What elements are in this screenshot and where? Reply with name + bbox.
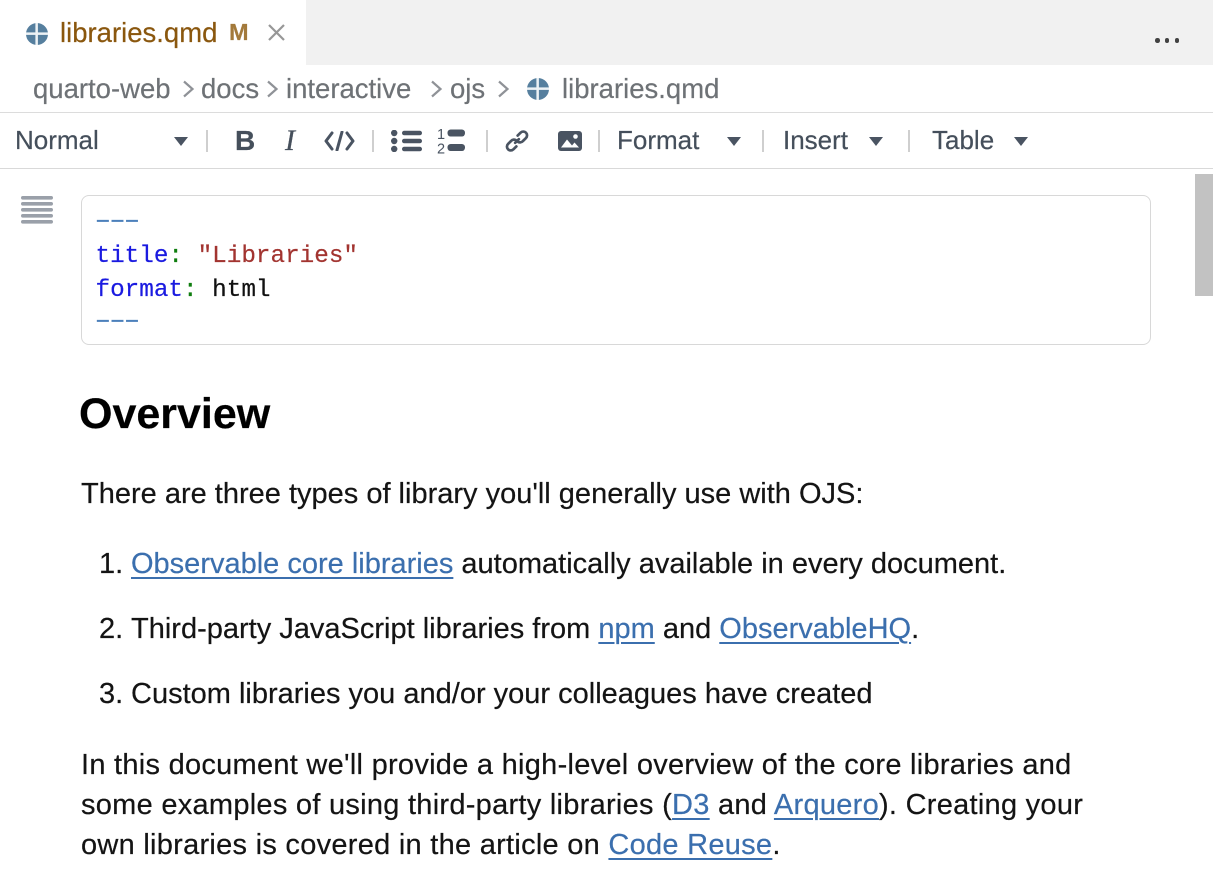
- svg-text:2: 2: [437, 142, 445, 155]
